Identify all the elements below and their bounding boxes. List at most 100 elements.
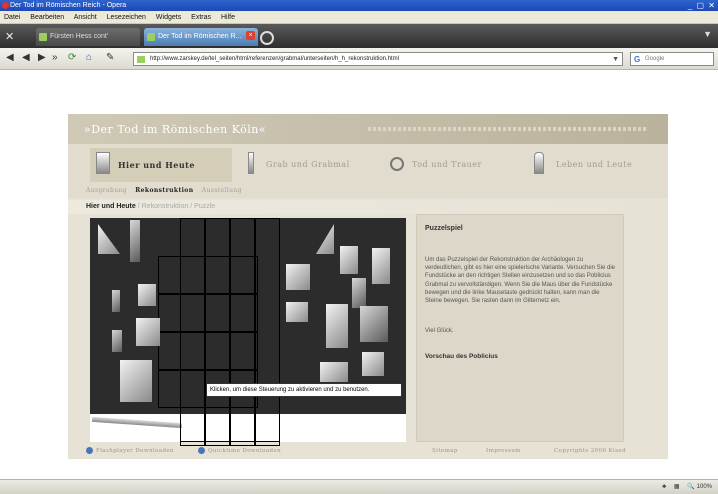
flash-activation-tooltip[interactable]: Klicken, um diese Steuerung zu aktiviere… <box>206 383 402 397</box>
page-icon <box>39 33 47 41</box>
back-icon[interactable]: ◀ <box>6 52 14 63</box>
reload-icon[interactable]: ⟳ <box>68 52 76 63</box>
url-field[interactable]: http://www.zarskey.de/tel_seiten/html/re… <box>133 52 623 66</box>
tab-der-tod[interactable]: Der Tod im Römischen R... × <box>144 28 258 46</box>
breadcrumb: Hier und Heute / Rekonstruktion / Puzzle <box>68 200 668 214</box>
flash-icon <box>86 447 93 454</box>
puzzle-piece[interactable] <box>372 248 390 284</box>
edit-icon[interactable]: ✎ <box>106 52 114 63</box>
window-controls[interactable]: _ ▢ ✕ <box>688 0 716 11</box>
search-placeholder: Google <box>645 56 665 62</box>
quicktime-download-link[interactable]: Quicktime Downloaden <box>198 444 281 459</box>
nav-label: Grab und Grabmal <box>266 160 350 169</box>
tab-label: Fürsten Hess cont' <box>50 33 109 40</box>
speed-dial-icon[interactable]: ♣ <box>662 484 666 490</box>
puzzle-piece[interactable] <box>326 304 348 348</box>
breadcrumb-current[interactable]: Hier und Heute <box>86 203 136 210</box>
site-title: »Der Tod im Römischen Köln« <box>84 123 267 136</box>
puzzle-piece[interactable] <box>136 318 160 346</box>
puzzle-piece[interactable] <box>138 284 156 306</box>
subnav-ausgrabung[interactable]: Ausgrabung <box>86 187 127 194</box>
impressum-link[interactable]: Impressum <box>486 444 521 459</box>
grid-row <box>158 294 258 332</box>
puzzle-piece[interactable] <box>286 264 310 290</box>
close-tab-icon[interactable]: × <box>246 31 255 40</box>
sitemap-link[interactable]: Sitemap <box>432 444 458 459</box>
site-container: »Der Tod im Römischen Köln« Hier und Heu… <box>68 114 668 459</box>
puzzle-piece[interactable] <box>112 290 120 312</box>
panel-icon[interactable]: ▦ <box>674 484 680 490</box>
nav-hier-und-heute[interactable]: Hier und Heute <box>90 148 232 182</box>
search-field[interactable]: G Google <box>630 52 714 66</box>
puzzle-piece[interactable] <box>340 246 358 274</box>
zoom-icon[interactable]: 🔍 <box>687 484 694 490</box>
nav-leben-und-leute[interactable]: Leben und Leute <box>528 148 658 182</box>
nav-label: Leben und Leute <box>556 160 633 169</box>
opera-logo-icon <box>2 2 9 9</box>
menu-ansicht[interactable]: Ansicht <box>74 14 97 21</box>
main-navigation: Hier und Heute Grab und Grabmal Tod und … <box>68 144 668 184</box>
puzzle-piece[interactable] <box>362 352 384 376</box>
window-title-bar: Der Tod im Römischen Reich - Opera _ ▢ ✕ <box>0 0 718 11</box>
puzzle-piece[interactable] <box>130 220 140 262</box>
info-closing: Viel Glück. <box>425 328 454 335</box>
flash-download-link[interactable]: Flashplayer Downloaden <box>86 444 174 459</box>
site-footer: Flashplayer Downloaden Quicktime Downloa… <box>68 444 668 459</box>
fast-forward-icon[interactable]: » <box>52 52 58 63</box>
tab-menu-icon[interactable]: ▼ <box>703 29 712 39</box>
url-text: http://www.zarskey.de/tel_seiten/html/re… <box>150 56 400 62</box>
puzzle-piece[interactable] <box>360 306 388 342</box>
nav-grab-und-grabmal[interactable]: Grab und Grabmal <box>238 148 378 182</box>
puzzle-piece[interactable] <box>316 224 334 254</box>
home-icon[interactable]: ⌂ <box>86 52 92 63</box>
site-header: »Der Tod im Römischen Köln« <box>68 114 668 144</box>
nav-label: Hier und Heute <box>118 160 195 170</box>
rewind-icon[interactable]: ◀ <box>22 52 30 63</box>
new-tab-icon[interactable] <box>260 31 274 45</box>
puzzle-piece[interactable] <box>112 330 122 352</box>
column-icon <box>248 152 254 174</box>
menu-datei[interactable]: Datei <box>4 14 20 21</box>
puzzle-piece[interactable] <box>98 224 120 254</box>
menu-bar: Datei Bearbeiten Ansicht Lesezeichen Wid… <box>0 11 718 24</box>
menu-bearbeiten[interactable]: Bearbeiten <box>30 14 64 21</box>
menu-hilfe[interactable]: Hilfe <box>221 14 235 21</box>
menu-extras[interactable]: Extras <box>191 14 211 21</box>
sub-navigation: Ausgrabung Rekonstruktion Ausstellung <box>68 184 668 198</box>
grid-column <box>255 218 280 446</box>
breadcrumb-rest: / Rekonstruktion / Puzzle <box>135 203 216 210</box>
puzzle-piece[interactable] <box>352 278 366 308</box>
wreath-icon <box>390 157 404 171</box>
window-title: Der Tod im Römischen Reich - Opera <box>10 2 127 9</box>
document-icon <box>96 152 110 174</box>
puzzle-piece[interactable] <box>286 302 308 322</box>
tab-label: Der Tod im Römischen R... <box>158 33 242 40</box>
status-bar: ♣ ▦ 🔍 100% <box>0 479 718 494</box>
puzzle-grid <box>158 218 280 446</box>
puzzle-piece[interactable] <box>120 360 152 402</box>
grid-cell <box>230 414 255 442</box>
copyright-link[interactable]: Copyrights 2006 Kised <box>554 444 626 459</box>
puzzle-piece[interactable] <box>91 416 183 429</box>
menu-lesezeichen[interactable]: Lesezeichen <box>107 14 146 21</box>
preview-link[interactable]: Vorschau des Poblicius <box>425 353 615 361</box>
status-tools: ♣ ▦ 🔍 100% <box>656 480 712 494</box>
puzzle-grid-lower <box>180 414 280 442</box>
subnav-rekonstruktion[interactable]: Rekonstruktion <box>135 187 193 194</box>
google-icon: G <box>634 55 641 64</box>
tab-fuersten[interactable]: Fürsten Hess cont' <box>36 28 140 46</box>
forward-icon[interactable]: ▶ <box>38 52 46 63</box>
flash-download-label: Flashplayer Downloaden <box>96 448 174 454</box>
grid-cell <box>255 414 280 442</box>
zoom-level[interactable]: 100% <box>697 484 712 490</box>
nav-tod-und-trauer[interactable]: Tod und Trauer <box>384 148 520 182</box>
tools-icon[interactable]: ✕ <box>5 30 14 43</box>
menu-widgets[interactable]: Widgets <box>156 14 181 21</box>
puzzle-piece[interactable] <box>320 362 348 382</box>
chevron-down-icon[interactable]: ▼ <box>612 53 619 66</box>
puzzle-flash-area[interactable]: Klicken, um diese Steuerung zu aktiviere… <box>90 218 406 446</box>
header-decoration <box>368 127 648 131</box>
subnav-ausstellung[interactable]: Ausstellung <box>202 187 242 194</box>
figure-icon <box>534 152 544 174</box>
tab-bar: ✕ Fürsten Hess cont' Der Tod im Römische… <box>0 24 718 48</box>
